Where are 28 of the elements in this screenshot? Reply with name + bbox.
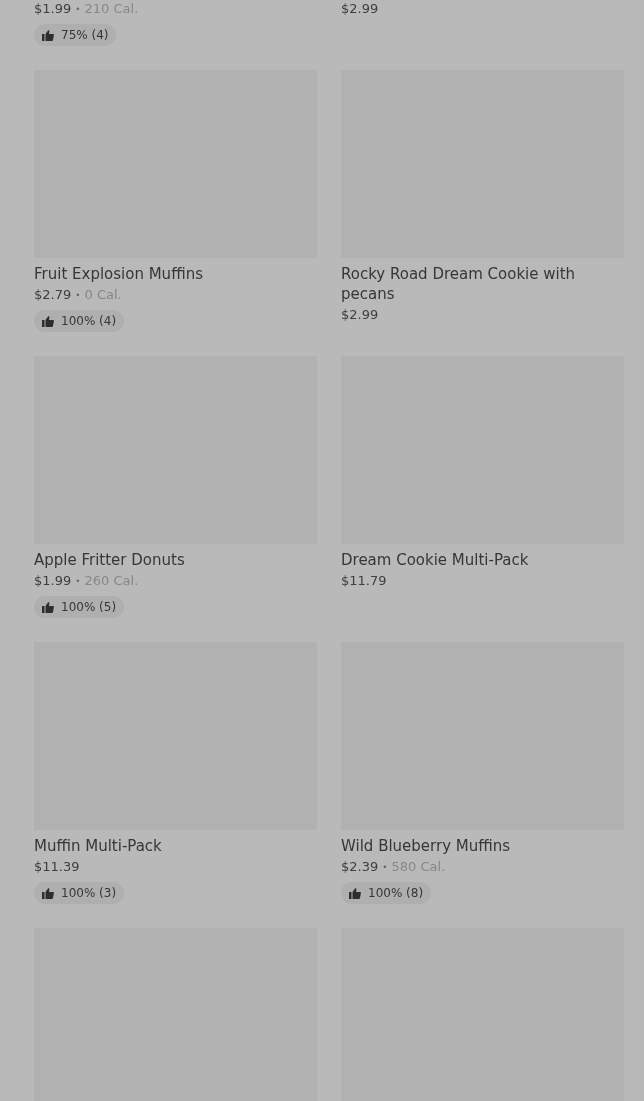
separator: • <box>382 861 388 874</box>
price: $2.99 <box>341 306 379 324</box>
price: $2.99 <box>341 0 379 18</box>
separator: • <box>75 3 81 16</box>
price: $2.79 <box>34 286 72 304</box>
item-name: Rocky Road Dream Cookie with pecans <box>341 264 577 304</box>
thumbs-up-icon <box>42 315 54 327</box>
price: $11.79 <box>341 572 387 590</box>
separator: • <box>75 289 81 302</box>
thumbs-up-icon <box>42 29 54 41</box>
price: $11.39 <box>34 858 80 876</box>
thumbs-up-icon <box>42 887 54 899</box>
price: $1.99 <box>34 0 72 18</box>
thumbs-up-icon <box>42 601 54 613</box>
rating-text: 100% (8) <box>368 886 424 900</box>
rating-text: 100% (4) <box>61 314 117 328</box>
price: $1.99 <box>34 572 72 590</box>
item-name: Apple Fritter Donuts <box>34 550 186 570</box>
item-name: Fruit Explosion Muffins <box>34 264 204 284</box>
separator: • <box>75 575 81 588</box>
rating-text: 100% (3) <box>61 886 117 900</box>
rating-text: 75% (4) <box>61 28 109 42</box>
price: $2.39 <box>341 858 379 876</box>
item-name: Muffin Multi-Pack <box>34 836 163 856</box>
item-name: Wild Blueberry Muffins <box>341 836 512 856</box>
item-name: Dream Cookie Multi-Pack <box>341 550 530 570</box>
rating-text: 100% (5) <box>61 600 117 614</box>
thumbs-up-icon <box>349 887 361 899</box>
